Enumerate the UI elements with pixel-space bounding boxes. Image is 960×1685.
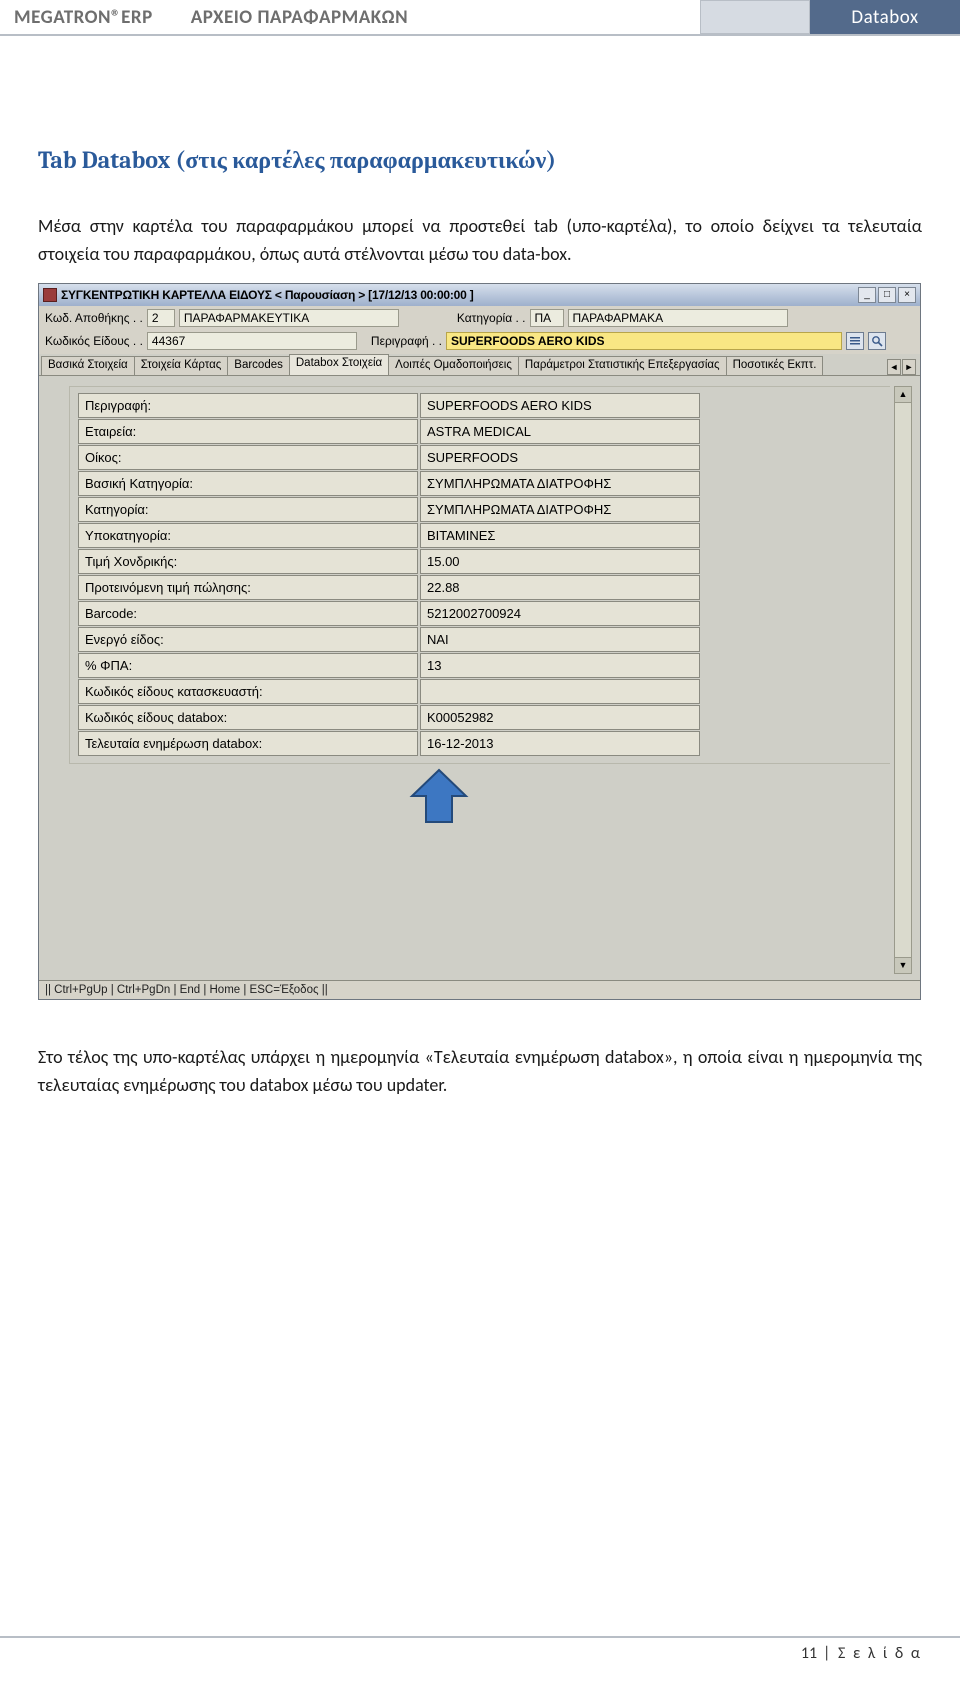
tab-other-groups[interactable]: Λοιπές Ομαδοποιήσεις	[388, 356, 519, 375]
closing-text-bold: Τελευταία ενημέρωση databox	[434, 1046, 664, 1068]
page-word: Σ ε λ ί δ α	[838, 1644, 922, 1663]
window-titlebar: ΣΥΓΚΕΝΤΡΩΤΙΚΗ ΚΑΡΤΕΛΛΑ ΕΙΔΟΥΣ < Παρουσία…	[39, 284, 920, 306]
detail-value: SUPERFOODS	[420, 445, 700, 470]
detail-pane: ▲ ▼ Περιγραφή:SUPERFOODS AERO KIDSΕταιρε…	[39, 376, 920, 980]
detail-row: Περιγραφή:SUPERFOODS AERO KIDS	[78, 393, 882, 418]
window-title: ΣΥΓΚΕΝΤΡΩΤΙΚΗ ΚΑΡΤΕΛΛΑ ΕΙΔΟΥΣ < Παρουσία…	[61, 288, 474, 302]
tab-qty-discounts[interactable]: Ποσοτικές Εκπτ.	[726, 356, 824, 375]
label-description: Περιγραφή . .	[371, 334, 442, 348]
detail-label: Περιγραφή:	[78, 393, 418, 418]
detail-row: Κωδικός είδους κατασκευαστή:	[78, 679, 882, 704]
detail-value: ΝΑΙ	[420, 627, 700, 652]
detail-row: Εταιρεία:ASTRA MEDICAL	[78, 419, 882, 444]
detail-value: SUPERFOODS AERO KIDS	[420, 393, 700, 418]
detail-row: Barcode:5212002700924	[78, 601, 882, 626]
tab-scroll-left[interactable]: ◄	[887, 359, 901, 375]
page-number: 11	[801, 1644, 817, 1663]
detail-row: Οίκος:SUPERFOODS	[78, 445, 882, 470]
label-item-code: Κωδικός Είδους . .	[45, 334, 143, 348]
tab-basic[interactable]: Βασικά Στοιχεία	[41, 356, 135, 375]
maximize-button[interactable]: □	[878, 287, 896, 303]
tab-card[interactable]: Στοιχεία Κάρτας	[134, 356, 229, 375]
field-category-code[interactable]: ΠΑ	[530, 309, 564, 327]
status-bar: || Ctrl+PgUp | Ctrl+PgDn | End | Home | …	[39, 980, 920, 999]
detail-row: Τιμή Χονδρικής:15.00	[78, 549, 882, 574]
detail-row: Τελευταία ενημέρωση databox:16-12-2013	[78, 731, 882, 756]
detail-row: Βασική Κατηγορία:ΣΥΜΠΛΗΡΩΜΑΤΑ ΔΙΑΤΡΟΦΗΣ	[78, 471, 882, 496]
detail-value: 16-12-2013	[420, 731, 700, 756]
label-category: Κατηγορία . .	[457, 311, 526, 325]
tab-databox[interactable]: Databox Στοιχεία	[289, 354, 389, 375]
tab-scroll-right[interactable]: ►	[902, 359, 916, 375]
app-icon	[43, 288, 57, 302]
detail-row: % ΦΠΑ:13	[78, 653, 882, 678]
detail-value: 13	[420, 653, 700, 678]
header-badge-grey	[700, 0, 810, 34]
closing-text-pre: Στο τέλος της υπο-καρτέλας υπάρχει η ημε…	[38, 1046, 434, 1068]
paragraph-intro: Μέσα στην καρτέλα του παραφαρμάκου μπορε…	[38, 213, 922, 269]
field-warehouse-name[interactable]: ΠΑΡΑΦΑΡΜΑΚΕΥΤΙΚΑ	[179, 309, 399, 327]
section-heading: Tab Databox (στις καρτέλες παραφαρμακευτ…	[38, 146, 922, 175]
detail-label: Βασική Κατηγορία:	[78, 471, 418, 496]
document-header: MEGATRON®ERP ΑΡΧΕΙΟ ΠΑΡΑΦΑΡΜΑΚΩΝ Databox	[0, 0, 960, 36]
detail-label: Υποκατηγορία:	[78, 523, 418, 548]
minimize-button[interactable]: _	[858, 287, 876, 303]
detail-value: ΣΥΜΠΛΗΡΩΜΑΤΑ ΔΙΑΤΡΟΦΗΣ	[420, 497, 700, 522]
detail-label: Εταιρεία:	[78, 419, 418, 444]
close-button[interactable]: ×	[898, 287, 916, 303]
detail-label: Ενεργό είδος:	[78, 627, 418, 652]
detail-row: Υποκατηγορία:ΒΙΤΑΜΙΝΕΣ	[78, 523, 882, 548]
header-row-1: Κωδ. Αποθήκης . . 2 ΠΑΡΑΦΑΡΜΑΚΕΥΤΙΚΑ Κατ…	[39, 306, 920, 330]
detail-label: Barcode:	[78, 601, 418, 626]
field-description[interactable]: SUPERFOODS AERO KIDS	[446, 332, 842, 350]
tab-barcodes[interactable]: Barcodes	[227, 356, 290, 375]
field-item-code[interactable]: 44367	[147, 332, 357, 350]
label-warehouse: Κωδ. Αποθήκης . .	[45, 311, 143, 325]
scroll-down-icon[interactable]: ▼	[895, 957, 911, 973]
paragraph-closing: Στο τέλος της υπο-καρτέλας υπάρχει η ημε…	[38, 1044, 922, 1100]
detail-row: Προτεινόμενη τιμή πώλησης:22.88	[78, 575, 882, 600]
vertical-scrollbar[interactable]: ▲ ▼	[894, 386, 912, 974]
detail-label: Κωδικός είδους κατασκευαστή:	[78, 679, 418, 704]
header-section-name: ΑΡΧΕΙΟ ΠΑΡΑΦΑΡΜΑΚΩΝ	[167, 0, 418, 34]
detail-label: Οίκος:	[78, 445, 418, 470]
header-badge-databox: Databox	[810, 0, 960, 34]
detail-label: % ΦΠΑ:	[78, 653, 418, 678]
detail-row: Ενεργό είδος:ΝΑΙ	[78, 627, 882, 652]
field-warehouse-code[interactable]: 2	[147, 309, 175, 327]
detail-label: Κωδικός είδους databox:	[78, 705, 418, 730]
detail-label: Κατηγορία:	[78, 497, 418, 522]
annotation-arrow-icon	[399, 764, 479, 830]
header-app-name: MEGATRON®ERP	[0, 0, 167, 34]
detail-value: ASTRA MEDICAL	[420, 419, 700, 444]
detail-label: Τιμή Χονδρικής:	[78, 549, 418, 574]
detail-value: ΣΥΜΠΛΗΡΩΜΑΤΑ ΔΙΑΤΡΟΦΗΣ	[420, 471, 700, 496]
screenshot-window: ΣΥΓΚΕΝΤΡΩΤΙΚΗ ΚΑΡΤΕΛΛΑ ΕΙΔΟΥΣ < Παρουσία…	[38, 283, 921, 1000]
detail-row: Κωδικός είδους databox:K00052982	[78, 705, 882, 730]
field-category-name[interactable]: ΠΑΡΑΦΑΡΜΑΚΑ	[568, 309, 788, 327]
tab-strip: Βασικά Στοιχεία Στοιχεία Κάρτας Barcodes…	[39, 354, 920, 376]
list-icon-button[interactable]	[846, 332, 864, 350]
detail-row: Κατηγορία:ΣΥΜΠΛΗΡΩΜΑΤΑ ΔΙΑΤΡΟΦΗΣ	[78, 497, 882, 522]
detail-value	[420, 679, 700, 704]
detail-value: ΒΙΤΑΜΙΝΕΣ	[420, 523, 700, 548]
detail-value: 15.00	[420, 549, 700, 574]
detail-value: 22.88	[420, 575, 700, 600]
header-row-2: Κωδικός Είδους . . 44367 Περιγραφή . . S…	[39, 330, 920, 354]
detail-value: K00052982	[420, 705, 700, 730]
scroll-up-icon[interactable]: ▲	[895, 387, 911, 403]
detail-label: Προτεινόμενη τιμή πώλησης:	[78, 575, 418, 600]
page-footer: 11| Σ ε λ ί δ α	[0, 1636, 960, 1663]
detail-label: Τελευταία ενημέρωση databox:	[78, 731, 418, 756]
search-icon-button[interactable]	[868, 332, 886, 350]
tab-stat-params[interactable]: Παράμετροι Στατιστικής Επεξεργασίας	[518, 356, 727, 375]
detail-value: 5212002700924	[420, 601, 700, 626]
